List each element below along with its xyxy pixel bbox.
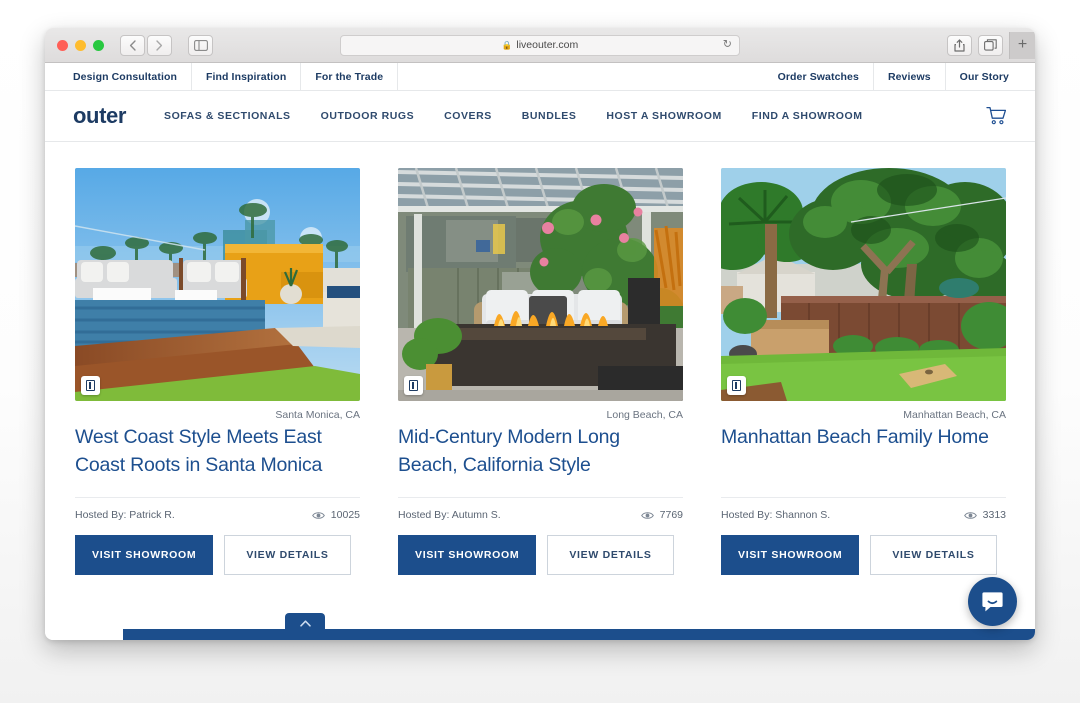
share-icon <box>954 38 965 52</box>
share-button[interactable] <box>947 34 972 56</box>
url-text: liveouter.com <box>516 39 579 51</box>
showroom-actions: VISIT SHOWROOM VIEW DETAILS <box>398 535 683 576</box>
gallery-badge <box>81 376 100 395</box>
showroom-card: Manhattan Beach, CA Manhattan Beach Fami… <box>721 168 1006 576</box>
showroom-views-count: 3313 <box>982 509 1006 522</box>
showroom-views: 7769 <box>640 509 683 522</box>
main-navigation: outer SOFAS & SECTIONALS OUTDOOR RUGS CO… <box>45 91 1035 142</box>
gallery-badge-icon <box>732 380 741 391</box>
showroom-views: 10025 <box>311 509 360 522</box>
utility-nav-item-order-swatches[interactable]: Order Swatches <box>764 63 874 90</box>
showroom-meta: Hosted By: Shannon S. 3313 <box>721 497 1006 521</box>
site-logo[interactable]: outer <box>73 103 126 129</box>
website-viewport: Design Consultation Find Inspiration For… <box>45 63 1035 640</box>
gallery-badge-icon <box>409 380 418 391</box>
view-details-button[interactable]: VIEW DETAILS <box>870 535 997 576</box>
showroom-meta-wrap: Hosted By: Autumn S. 7769 VISIT SHOWROOM… <box>398 479 683 576</box>
utility-nav-item-our-story[interactable]: Our Story <box>946 63 1017 90</box>
showroom-host: Hosted By: Patrick R. <box>75 509 175 522</box>
eye-icon <box>963 512 977 519</box>
close-window-button[interactable] <box>57 39 68 51</box>
chevron-right-icon <box>156 39 163 51</box>
gallery-badge-icon <box>86 380 95 391</box>
scroll-to-top-button[interactable] <box>285 613 325 633</box>
tab-overview-button[interactable] <box>978 34 1003 56</box>
showroom-title[interactable]: Mid-Century Modern Long Beach, Californi… <box>398 424 683 479</box>
nav-item-host-a-showroom[interactable]: HOST A SHOWROOM <box>606 110 721 122</box>
minimize-window-button[interactable] <box>75 39 86 51</box>
showroom-location: Long Beach, CA <box>606 409 683 421</box>
maximize-window-button[interactable] <box>93 39 104 51</box>
browser-titlebar: 🔒 liveouter.com ↻ + <box>45 28 1035 63</box>
window-controls[interactable] <box>57 39 104 51</box>
new-tab-button[interactable]: + <box>1009 31 1035 59</box>
utility-navigation: Design Consultation Find Inspiration For… <box>45 63 1035 91</box>
utility-nav-right: Order Swatches Reviews Our Story <box>764 63 1017 90</box>
showroom-views: 3313 <box>963 509 1006 522</box>
eye-icon <box>640 512 654 519</box>
backyard-lawn-photo <box>721 168 1006 401</box>
chat-widget-button[interactable] <box>968 577 1017 626</box>
showroom-card-grid: Santa Monica, CA West Coast Style Meets … <box>45 142 1035 576</box>
showroom-meta-wrap: Hosted By: Patrick R. 10025 VISIT SHOWRO… <box>75 479 360 576</box>
address-bar[interactable]: 🔒 liveouter.com ↻ <box>340 34 740 56</box>
nav-item-bundles[interactable]: BUNDLES <box>522 110 577 122</box>
showroom-location: Santa Monica, CA <box>275 409 360 421</box>
sticky-footer-bar <box>123 629 1035 640</box>
showroom-title[interactable]: West Coast Style Meets East Coast Roots … <box>75 424 360 479</box>
nav-item-sofas-sectionals[interactable]: SOFAS & SECTIONALS <box>164 110 291 122</box>
nav-item-outdoor-rugs[interactable]: OUTDOOR RUGS <box>321 110 415 122</box>
main-nav-links: SOFAS & SECTIONALS OUTDOOR RUGS COVERS B… <box>164 110 863 122</box>
cart-button[interactable] <box>986 106 1007 126</box>
showroom-title[interactable]: Manhattan Beach Family Home <box>721 424 1006 452</box>
chevron-left-icon <box>129 39 136 51</box>
pergola-firepit-photo <box>398 168 683 401</box>
view-details-button[interactable]: VIEW DETAILS <box>224 535 351 576</box>
reload-button[interactable]: ↻ <box>723 39 732 51</box>
sidebar-toggle-icon <box>193 39 208 51</box>
showroom-host: Hosted By: Autumn S. <box>398 509 501 522</box>
utility-nav-item-for-the-trade[interactable]: For the Trade <box>301 63 399 90</box>
utility-nav-left: Design Consultation Find Inspiration For… <box>63 63 399 90</box>
showroom-views-count: 10025 <box>330 509 360 522</box>
shopping-cart-icon <box>986 106 1007 125</box>
showroom-image[interactable] <box>75 168 360 401</box>
showroom-meta: Hosted By: Patrick R. 10025 <box>75 497 360 521</box>
showroom-meta-wrap: Hosted By: Shannon S. 3313 VISIT SHOWROO… <box>721 479 1006 576</box>
navigation-buttons[interactable] <box>120 34 213 56</box>
visit-showroom-button[interactable]: VISIT SHOWROOM <box>721 535 860 576</box>
showroom-image[interactable] <box>398 168 683 401</box>
showroom-meta: Hosted By: Autumn S. 7769 <box>398 497 683 521</box>
tab-overview-icon <box>984 39 997 51</box>
forward-button[interactable] <box>147 34 172 56</box>
showroom-card: Long Beach, CA Mid-Century Modern Long B… <box>398 168 683 576</box>
visit-showroom-button[interactable]: VISIT SHOWROOM <box>398 535 537 576</box>
showroom-location: Manhattan Beach, CA <box>903 409 1006 421</box>
chevron-up-icon <box>299 619 311 627</box>
chat-bubble-icon <box>982 591 1003 611</box>
view-details-button[interactable]: VIEW DETAILS <box>547 535 674 576</box>
showroom-actions: VISIT SHOWROOM VIEW DETAILS <box>721 535 1006 576</box>
showroom-card: Santa Monica, CA West Coast Style Meets … <box>75 168 360 576</box>
browser-window: 🔒 liveouter.com ↻ + Design Consultation … <box>45 28 1035 640</box>
eye-icon <box>311 512 325 519</box>
showroom-actions: VISIT SHOWROOM VIEW DETAILS <box>75 535 360 576</box>
back-button[interactable] <box>120 34 145 56</box>
gallery-badge <box>727 376 746 395</box>
showroom-views-count: 7769 <box>659 509 683 522</box>
titlebar-right-controls: + <box>947 31 1035 59</box>
lock-icon: 🔒 <box>501 39 513 50</box>
gallery-badge <box>404 376 423 395</box>
utility-nav-item-reviews[interactable]: Reviews <box>874 63 946 90</box>
showroom-host: Hosted By: Shannon S. <box>721 509 831 522</box>
visit-showroom-button[interactable]: VISIT SHOWROOM <box>75 535 214 576</box>
nav-item-covers[interactable]: COVERS <box>444 110 492 122</box>
nav-item-find-a-showroom[interactable]: FIND A SHOWROOM <box>752 110 863 122</box>
utility-nav-item-find-inspiration[interactable]: Find Inspiration <box>192 63 302 90</box>
rooftop-patio-photo <box>75 168 360 401</box>
sidebar-toggle-button[interactable] <box>188 34 213 56</box>
utility-nav-item-design-consultation[interactable]: Design Consultation <box>63 63 192 90</box>
showroom-image[interactable] <box>721 168 1006 401</box>
